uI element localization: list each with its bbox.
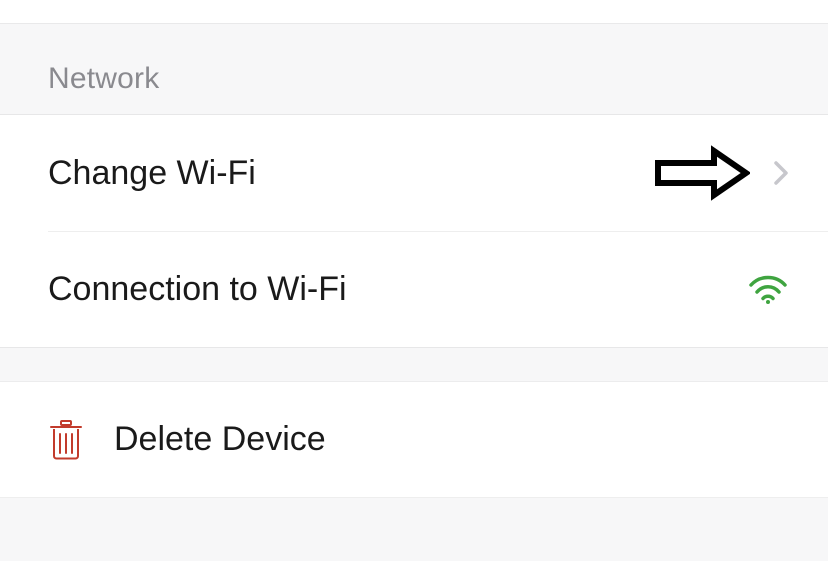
change-wifi-accessory bbox=[654, 145, 788, 201]
section-header-network: Network bbox=[0, 24, 828, 114]
change-wifi-label: Change Wi-Fi bbox=[48, 154, 654, 193]
connection-wifi-accessory bbox=[748, 273, 788, 305]
change-wifi-row[interactable]: Change Wi-Fi bbox=[0, 115, 828, 231]
delete-device-label: Delete Device bbox=[114, 420, 326, 459]
trash-icon bbox=[48, 420, 84, 460]
delete-device-row[interactable]: Delete Device bbox=[0, 382, 828, 498]
chevron-right-icon bbox=[774, 161, 788, 185]
network-group: Change Wi-Fi Connection to Wi-Fi bbox=[0, 114, 828, 348]
wifi-icon bbox=[748, 273, 788, 305]
arrow-right-icon bbox=[654, 145, 750, 201]
section-spacer bbox=[0, 348, 828, 382]
connection-wifi-label: Connection to Wi-Fi bbox=[48, 270, 748, 309]
connection-wifi-row[interactable]: Connection to Wi-Fi bbox=[0, 231, 828, 347]
top-bar bbox=[0, 0, 828, 24]
